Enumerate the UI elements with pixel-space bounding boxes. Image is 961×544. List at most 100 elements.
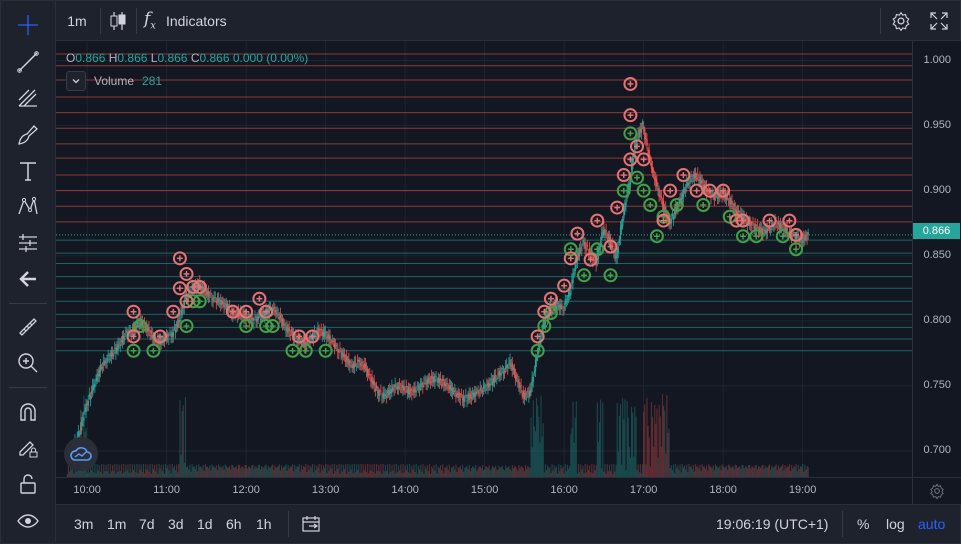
candle-body: [174, 329, 177, 333]
prediction-icon[interactable]: [14, 229, 42, 257]
candle-body: [373, 380, 375, 386]
volume-bar: [537, 405, 539, 477]
volume-bar: [489, 470, 491, 477]
volume-bar: [222, 465, 224, 477]
volume-bar: [186, 467, 188, 477]
volume-bar: [475, 464, 477, 477]
candle-body: [82, 417, 84, 420]
candle-body: [536, 358, 538, 361]
back-arrow-icon[interactable]: [14, 265, 42, 293]
candle-body: [586, 245, 589, 247]
candle-body: [468, 393, 470, 401]
trend-line-icon[interactable]: [14, 48, 42, 76]
volume-bar: [221, 467, 223, 477]
volume-bar: [234, 466, 236, 477]
volume-bar: [519, 468, 521, 477]
range-1m-button[interactable]: 1m: [107, 505, 126, 543]
volume-bar: [294, 464, 296, 477]
collapse-chevron-icon[interactable]: [66, 71, 86, 91]
volume-bar: [761, 465, 763, 477]
candle-body: [390, 389, 392, 394]
volume-bar: [573, 442, 575, 477]
candle-body: [172, 332, 174, 337]
candle-body: [442, 378, 444, 381]
chart-pane[interactable]: [56, 41, 912, 477]
volume-bar: [468, 464, 470, 477]
volume-bar: [560, 465, 562, 477]
axis-settings-icon[interactable]: [912, 477, 961, 504]
time-tick-label: 18:00: [709, 484, 737, 496]
candle-body: [767, 227, 770, 229]
magnet-icon[interactable]: [14, 398, 42, 426]
volume-bar: [178, 464, 180, 477]
volume-bar: [288, 468, 290, 477]
candle-body: [737, 211, 739, 214]
candle-body: [720, 192, 722, 195]
candle-body: [656, 181, 658, 186]
time-axis[interactable]: 10:00 11:00 12:00 13:00 14:00 15:00 16:00 17:00…: [56, 477, 912, 504]
volume-bar: [617, 451, 619, 477]
range-3d-button[interactable]: 3d: [168, 505, 184, 543]
volume-bar: [345, 464, 347, 477]
volume-bar: [202, 464, 204, 477]
clock-readout[interactable]: 19:06:19 (UTC+1): [716, 505, 828, 543]
volume-bar: [562, 466, 564, 477]
text-icon[interactable]: [14, 157, 42, 185]
volume-bar: [301, 469, 304, 477]
volume-bar: [534, 431, 537, 477]
volume-bar: [684, 465, 686, 477]
candle-body: [327, 334, 329, 339]
candle-body: [523, 392, 526, 399]
volume-bar: [647, 425, 649, 477]
volume-bar: [481, 465, 484, 477]
range-3m-button[interactable]: 3m: [74, 505, 93, 543]
candle-body: [466, 400, 468, 402]
fib-tool-icon[interactable]: [14, 84, 42, 112]
candle-body: [423, 382, 425, 384]
range-7d-button[interactable]: 7d: [139, 505, 155, 543]
volume-bar: [643, 411, 645, 477]
unlock-icon[interactable]: [14, 470, 42, 498]
range-6h-button[interactable]: 6h: [226, 505, 242, 543]
crosshair-icon[interactable]: [14, 11, 42, 39]
log-toggle[interactable]: log: [886, 505, 905, 543]
goto-date-icon[interactable]: [302, 505, 320, 543]
volume-bar: [540, 395, 542, 477]
open-value: 0.866: [75, 51, 106, 65]
candle-body: [112, 353, 114, 356]
volume-bar: [490, 469, 492, 477]
volume-bar: [506, 467, 508, 477]
cloud-logo-icon[interactable]: [64, 437, 98, 471]
volume-bar: [400, 464, 402, 477]
volume-bar: [648, 437, 650, 477]
candles-icon[interactable]: [106, 1, 130, 40]
candle-body: [177, 319, 179, 329]
indicators-button[interactable]: fx Indicators: [144, 1, 248, 40]
ruler-icon[interactable]: [14, 313, 42, 341]
volume-bar: [667, 433, 669, 477]
interval-button[interactable]: 1m: [60, 1, 94, 40]
price-axis[interactable]: 1.000 0.950 0.900 0.850 0.800 0.750 0.700: [912, 41, 961, 477]
settings-gear-icon[interactable]: [888, 1, 914, 40]
volume-bar: [488, 465, 490, 477]
zoom-in-icon[interactable]: [14, 349, 42, 377]
volume-bar: [538, 417, 540, 477]
candle-body: [115, 347, 117, 354]
lock-pencil-icon[interactable]: [14, 434, 42, 462]
brush-icon[interactable]: [14, 121, 42, 149]
volume-bar: [480, 468, 482, 477]
eye-icon[interactable]: [14, 507, 42, 535]
pattern-icon[interactable]: [14, 193, 42, 221]
candle-body: [222, 302, 224, 305]
range-1h-button[interactable]: 1h: [256, 505, 272, 543]
auto-toggle[interactable]: auto: [918, 505, 945, 543]
volume-bar: [791, 464, 793, 477]
volume-bar: [678, 469, 680, 477]
candle-body: [110, 351, 113, 358]
range-1d-button[interactable]: 1d: [197, 505, 213, 543]
candle-body: [251, 317, 253, 320]
volume-bar: [205, 466, 207, 477]
percent-toggle[interactable]: %: [857, 505, 869, 543]
candle-body: [428, 379, 431, 381]
fullscreen-icon[interactable]: [926, 1, 952, 40]
